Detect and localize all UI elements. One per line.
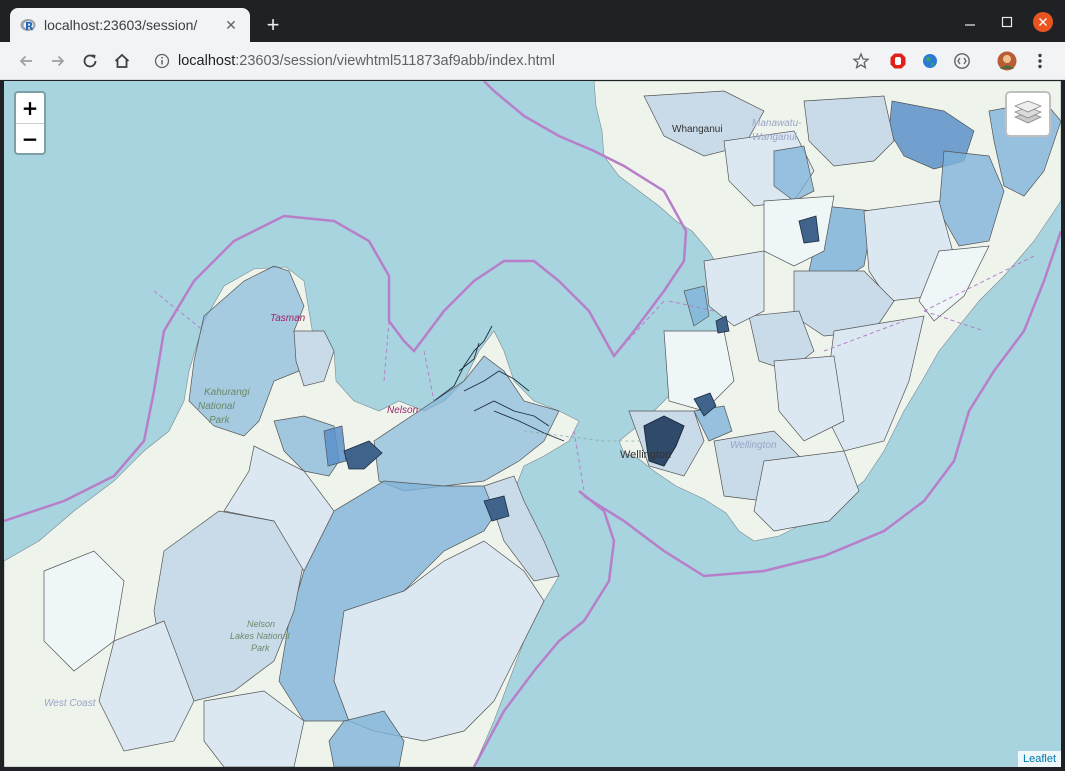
svg-text:R: R xyxy=(25,20,34,32)
home-icon[interactable] xyxy=(110,50,134,72)
tab-bar: R localhost:23603/session/​ ✕ + xyxy=(0,0,1065,42)
label-west-coast: West Coast xyxy=(44,698,96,709)
map-canvas[interactable] xyxy=(4,81,1061,767)
label-wanganui: Wanganui xyxy=(752,132,797,143)
url-host: localhost xyxy=(178,53,236,69)
label-manawatu: Manawatu- xyxy=(752,118,802,129)
globe-extension-icon[interactable] xyxy=(920,51,940,71)
label-nelson-lakes: Nelson xyxy=(247,619,276,629)
url-text: localhost:23603/session/viewhtml511873af… xyxy=(178,53,555,69)
minimize-icon[interactable] xyxy=(958,10,982,34)
address-bar[interactable]: localhost:23603/session/viewhtml511873af… xyxy=(146,46,876,76)
maximize-icon[interactable] xyxy=(995,10,1019,34)
label-wellington-city: Wellington xyxy=(620,449,672,461)
r-logo-icon: R xyxy=(20,17,36,33)
browser-tab[interactable]: R localhost:23603/session/​ ✕ xyxy=(10,8,250,42)
region-polygon xyxy=(323,425,347,467)
avatar[interactable] xyxy=(996,50,1018,72)
info-icon[interactable] xyxy=(154,53,170,74)
layers-icon xyxy=(1013,99,1043,130)
code-extension-icon[interactable] xyxy=(952,51,972,71)
more-menu-icon[interactable] xyxy=(1030,51,1050,71)
label-nelson: Nelson xyxy=(387,405,419,416)
tab-title: localhost:23603/session/​ xyxy=(44,17,198,33)
back-arrow-icon[interactable] xyxy=(14,50,38,72)
label-lakes-national: Lakes National xyxy=(230,631,290,641)
label-tasman: Tasman xyxy=(270,313,306,324)
new-tab-button[interactable]: + xyxy=(262,14,284,36)
reload-icon[interactable] xyxy=(78,50,102,72)
forward-arrow-icon[interactable] xyxy=(46,50,70,72)
label-wellington-region: Wellington xyxy=(730,440,777,451)
label-park-2: Park xyxy=(251,643,270,653)
label-kahurangi: Kahurangi xyxy=(204,387,250,398)
zoom-control: + − xyxy=(14,91,46,155)
layers-control-button[interactable] xyxy=(1005,91,1051,137)
label-park: Park xyxy=(209,415,230,426)
label-whanganui: Whanganui xyxy=(672,124,723,135)
attribution-link[interactable]: Leaflet xyxy=(1017,751,1061,767)
map-viewport[interactable]: Tasman Nelson Whanganui Manawatu- Wangan… xyxy=(4,81,1061,767)
label-national: National xyxy=(198,401,235,412)
adblock-icon[interactable] xyxy=(888,51,908,71)
close-window-icon[interactable] xyxy=(1031,10,1055,34)
browser-toolbar: localhost:23603/session/viewhtml511873af… xyxy=(0,42,1065,80)
url-path: :23603/session/viewhtml511873af9abb/inde… xyxy=(235,53,555,69)
zoom-out-button[interactable]: − xyxy=(16,123,44,153)
zoom-in-button[interactable]: + xyxy=(16,93,44,123)
bookmark-star-icon[interactable] xyxy=(852,52,870,75)
browser-window: R localhost:23603/session/​ ✕ + xyxy=(0,0,1065,771)
close-tab-icon[interactable]: ✕ xyxy=(222,16,240,34)
